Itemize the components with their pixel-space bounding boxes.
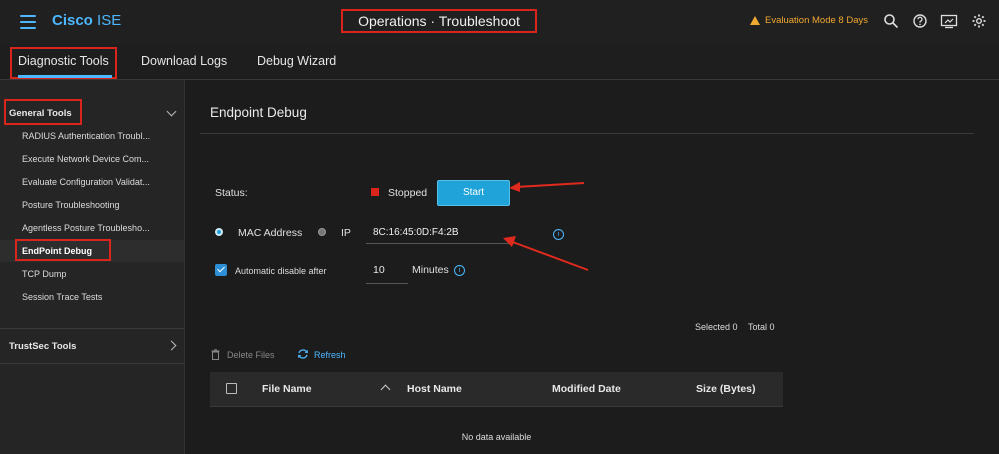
ip-label: IP [341,227,351,239]
status-label: Status: [215,187,248,199]
minutes-input[interactable]: 10 [366,258,408,284]
mac-address-label: MAC Address [238,227,303,239]
sidebar-item-execute-network-device[interactable]: Execute Network Device Com... [22,154,166,164]
minutes-label: Minutes [412,264,449,276]
tab-diagnostic-tools[interactable]: Diagnostic Tools [18,54,109,68]
info-icon[interactable]: i [454,265,465,276]
hamburger-menu-icon[interactable] [20,15,36,29]
select-all-checkbox[interactable] [226,383,237,394]
page-title: Operations · Troubleshoot [341,9,537,33]
automatic-disable-label: Automatic disable after [235,266,327,276]
column-size-bytes[interactable]: Size (Bytes) [696,383,756,395]
column-file-name[interactable]: File Name [262,383,312,395]
empty-table-message: No data available [461,432,532,442]
sidebar-item-endpoint-debug[interactable]: EndPoint Debug [22,246,166,256]
selected-count: Selected 0 [695,322,738,332]
stopped-status-icon [371,188,379,196]
status-value: Stopped [388,187,428,199]
active-tab-indicator [18,75,112,78]
sidebar-item-evaluate-config[interactable]: Evaluate Configuration Validat... [22,177,166,187]
sidebar-item-radius-auth[interactable]: RADIUS Authentication Troubl... [22,131,166,141]
total-count: Total 0 [748,322,775,332]
column-host-name[interactable]: Host Name [407,383,462,395]
column-modified-date[interactable]: Modified Date [552,383,621,395]
monitor-icon[interactable] [940,13,958,29]
help-icon[interactable] [912,13,928,29]
ip-radio[interactable] [318,228,326,236]
automatic-disable-checkbox[interactable] [215,264,227,276]
mac-address-radio[interactable] [215,228,223,236]
refresh-button[interactable]: Refresh [314,350,346,360]
brand-name: Cisco [52,12,93,29]
brand-logo[interactable]: Cisco ISE [52,12,121,29]
warning-icon [750,16,760,25]
delete-files-button[interactable]: Delete Files [227,350,275,360]
sidebar-group-general-tools[interactable]: General Tools [9,108,72,119]
evaluation-text: Evaluation Mode 8 Days [765,15,868,26]
sidebar-item-session-trace[interactable]: Session Trace Tests [22,292,166,302]
gear-icon[interactable] [971,13,987,29]
section-title: Endpoint Debug [210,105,307,120]
trash-icon[interactable] [211,349,220,360]
sidebar-divider [0,328,184,329]
brand-product: ISE [92,12,122,29]
sidebar-group-trustsec-tools[interactable]: TrustSec Tools [9,341,76,352]
sidebar-item-posture[interactable]: Posture Troubleshooting [22,200,166,210]
tab-debug-wizard[interactable]: Debug Wizard [257,54,336,68]
sidebar-item-tcp-dump[interactable]: TCP Dump [22,269,166,279]
sidebar-item-agentless-posture[interactable]: Agentless Posture Troublesho... [22,223,166,233]
search-icon[interactable] [883,13,899,29]
evaluation-badge[interactable]: Evaluation Mode 8 Days [750,15,868,26]
mac-address-input[interactable]: 8C:16:45:0D:F4:2B [366,222,516,244]
annotation-arrows [503,182,589,271]
tab-download-logs[interactable]: Download Logs [141,54,227,68]
sidebar-divider [0,363,184,364]
refresh-icon[interactable] [297,348,309,360]
section-divider [200,133,974,134]
